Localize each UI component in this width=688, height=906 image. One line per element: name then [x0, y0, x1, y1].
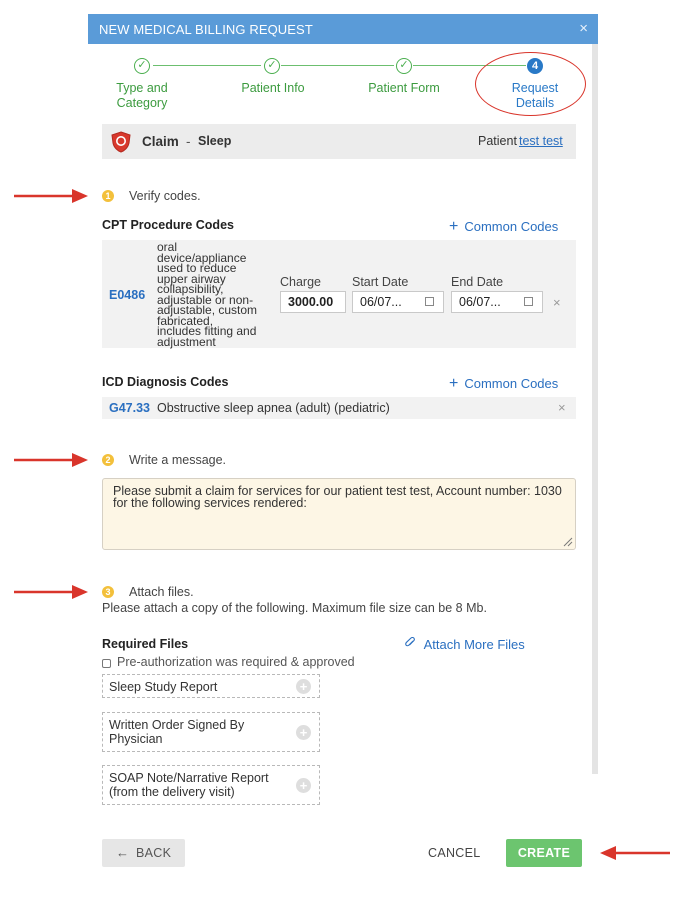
arrow-left-icon: ← [116, 845, 130, 860]
resize-handle-icon[interactable] [563, 537, 573, 547]
step-2-label[interactable]: Patient Info [228, 81, 318, 96]
preauth-checkbox[interactable] [102, 659, 111, 668]
step-3-label[interactable]: Patient Form [358, 81, 450, 96]
icd-common-codes-label: Common Codes [464, 376, 559, 391]
annotation-arrow [14, 585, 88, 599]
claim-shield-icon [110, 131, 132, 158]
file-slot-label-line2: (from the delivery visit) [109, 785, 235, 799]
preauth-label: Pre-authorization was required & approve… [117, 655, 355, 669]
step-connector [153, 65, 261, 66]
cpt-description: oral device/appliance used to reduce upp… [157, 241, 273, 349]
attach-more-files-link[interactable]: Attach More Files [405, 636, 525, 652]
back-button[interactable]: ← BACK [102, 839, 185, 867]
file-slot-label-line2: Physician [109, 732, 163, 746]
paperclip-icon [405, 636, 420, 652]
file-slot[interactable]: Written Order Signed By Physician + [102, 712, 320, 752]
plus-icon: + [449, 218, 459, 235]
claim-subtitle: Sleep [198, 134, 232, 148]
attach-instructions: Please attach a copy of the following. M… [102, 601, 487, 615]
file-slot-label: Written Order Signed By [109, 718, 245, 732]
start-date-value: 06/07... [360, 295, 402, 309]
section-3-badge: 3 [102, 586, 114, 598]
step-connector [281, 65, 394, 66]
end-date-input[interactable]: 06/07... [451, 291, 543, 313]
section-1-title: Verify codes. [129, 189, 201, 203]
annotation-arrow [600, 846, 670, 860]
end-date-label: End Date [451, 275, 504, 289]
charge-label: Charge [280, 275, 321, 289]
step-1-check-icon[interactable]: ✓ [134, 58, 150, 74]
charge-input[interactable]: 3000.00 [280, 291, 346, 313]
file-slot-label: SOAP Note/Narrative Report [109, 771, 269, 785]
remove-icd-icon[interactable]: × [558, 400, 566, 415]
calendar-icon[interactable] [425, 297, 434, 306]
step-1-label-line2: Category [116, 96, 168, 110]
cpt-code[interactable]: E0486 [109, 288, 145, 302]
create-button[interactable]: CREATE [506, 839, 582, 867]
start-date-label: Start Date [352, 275, 409, 289]
annotation-circle [475, 52, 586, 116]
patient-name-link[interactable]: test test [519, 134, 563, 148]
icd-code[interactable]: G47.33 [109, 401, 150, 415]
patient-label: Patient [478, 134, 517, 148]
cancel-button[interactable]: CANCEL [428, 846, 481, 860]
dialog-title: NEW MEDICAL BILLING REQUEST [99, 22, 313, 37]
step-3-check-icon[interactable]: ✓ [396, 58, 412, 74]
step-2-check-icon[interactable]: ✓ [264, 58, 280, 74]
add-file-icon[interactable]: + [296, 679, 311, 694]
start-date-input[interactable]: 06/07... [352, 291, 444, 313]
section-2-badge: 2 [102, 454, 114, 466]
claim-separator: - [186, 134, 191, 149]
step-1-label[interactable]: Type and Category [105, 81, 179, 111]
annotation-arrow [14, 453, 88, 467]
end-date-value: 06/07... [459, 295, 501, 309]
close-icon[interactable]: × [579, 20, 588, 37]
calendar-icon[interactable] [524, 297, 533, 306]
add-file-icon[interactable]: + [296, 778, 311, 793]
icd-heading: ICD Diagnosis Codes [102, 375, 229, 389]
dialog-header: NEW MEDICAL BILLING REQUEST × [88, 14, 598, 44]
back-label: BACK [136, 846, 172, 860]
file-slot[interactable]: Sleep Study Report + [102, 674, 320, 698]
section-3-title: Attach files. [129, 585, 194, 599]
icd-description: Obstructive sleep apnea (adult) (pediatr… [157, 401, 390, 415]
section-2-title: Write a message. [129, 453, 227, 467]
remove-cpt-icon[interactable]: × [553, 295, 561, 310]
claim-title: Claim [142, 134, 179, 149]
scrollbar[interactable] [592, 44, 598, 774]
file-slot-label: Sleep Study Report [109, 680, 218, 694]
add-file-icon[interactable]: + [296, 725, 311, 740]
required-files-heading: Required Files [102, 637, 189, 651]
annotation-arrow [14, 189, 88, 203]
plus-icon: + [449, 375, 459, 392]
message-textarea[interactable]: Please submit a claim for services for o… [102, 478, 576, 550]
section-1-badge: 1 [102, 190, 114, 202]
cpt-desc-line: adjustment [157, 334, 216, 349]
step-1-label-line1: Type and [116, 81, 168, 95]
cpt-common-codes-label: Common Codes [464, 219, 559, 234]
cpt-heading: CPT Procedure Codes [102, 218, 234, 232]
file-slot[interactable]: SOAP Note/Narrative Report (from the del… [102, 765, 320, 805]
cpt-common-codes-link[interactable]: + Common Codes [449, 218, 558, 236]
claim-bar: Claim - Sleep Patient test test [102, 124, 576, 159]
icd-common-codes-link[interactable]: + Common Codes [449, 375, 558, 393]
attach-more-files-label: Attach More Files [423, 637, 525, 652]
